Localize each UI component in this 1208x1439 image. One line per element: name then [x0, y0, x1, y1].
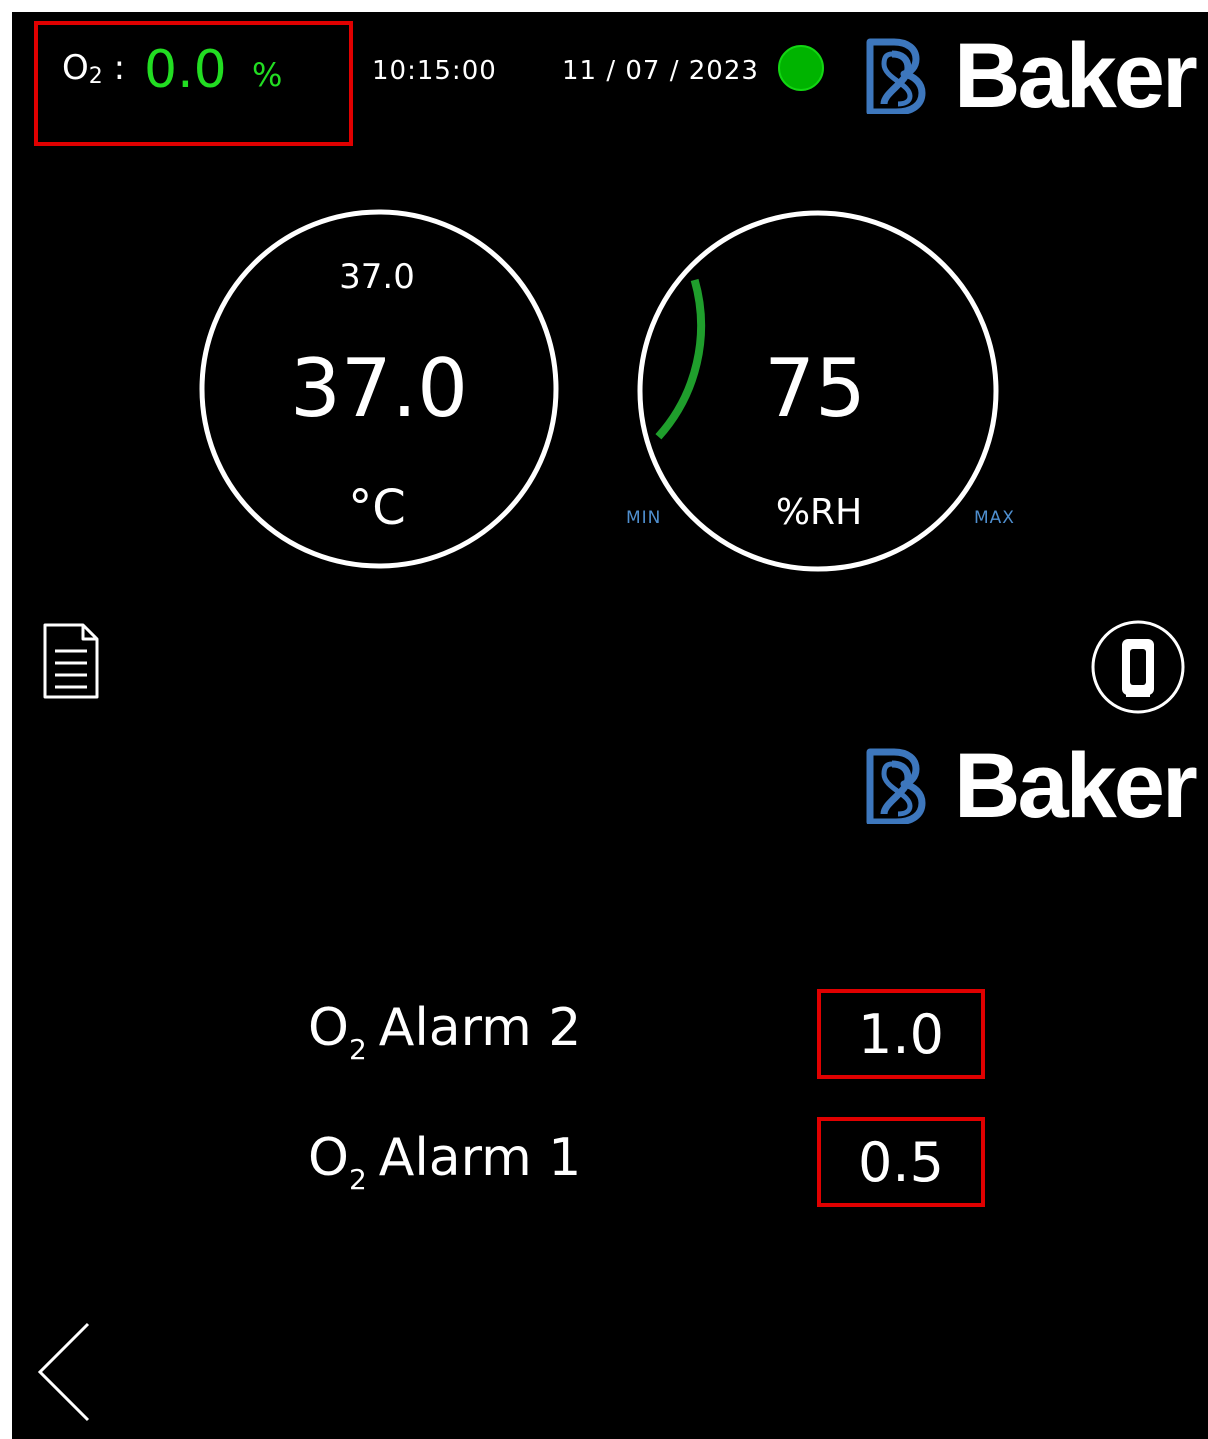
baker-logo-text: Baker — [954, 735, 1198, 837]
temperature-unit: °C — [348, 480, 406, 536]
door-icon — [1122, 639, 1154, 697]
o2-alarm-2-value[interactable]: 1.0 — [817, 989, 985, 1079]
humidity-unit: %RH — [775, 492, 863, 533]
humidity-min-label: MIN — [626, 508, 662, 528]
back-button[interactable] — [34, 1320, 94, 1424]
dials-graphic — [199, 209, 999, 572]
o2-alarm-2-label: O2 Alarm 2 — [308, 998, 582, 1066]
temperature-value[interactable]: 37.0 — [244, 342, 514, 435]
chevron-left-icon — [37, 1322, 90, 1422]
door-button[interactable] — [1090, 619, 1186, 715]
baker-logo-main: Baker — [864, 735, 1198, 837]
incubator-screen: O2 : 0.0 % 10:15:00 11 / 07 / 2023 Baker… — [12, 12, 1208, 1439]
o2-alarm-1-label: O2 Alarm 1 — [308, 1128, 582, 1196]
humidity-max-label: MAX — [974, 508, 1015, 528]
humidity-value[interactable]: 75 — [730, 342, 900, 435]
baker-logo-mark-icon — [866, 748, 926, 824]
temperature-setpoint: 37.0 — [339, 257, 415, 297]
o2-alarm-1-value[interactable]: 0.5 — [817, 1117, 985, 1207]
document-icon[interactable] — [41, 621, 101, 701]
